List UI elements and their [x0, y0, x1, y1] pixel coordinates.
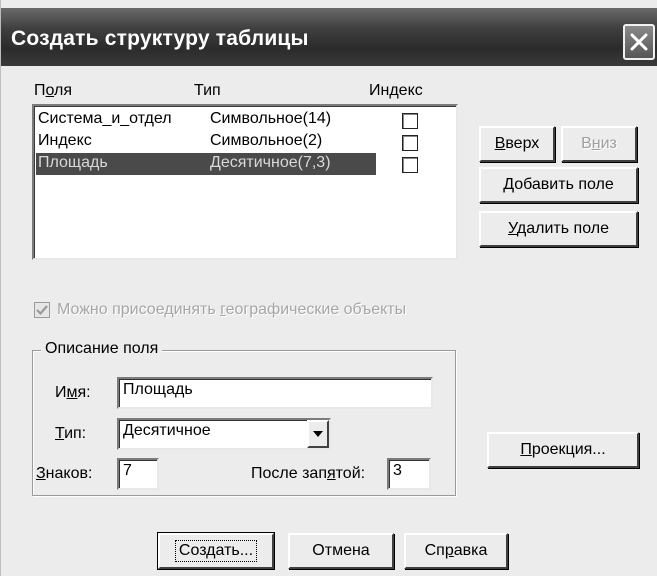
table-row[interactable]: Индекс Символьное(2) — [36, 131, 376, 153]
create-label: Создать... — [174, 540, 258, 562]
index-checkbox[interactable] — [402, 157, 418, 173]
decimals-label: После запятой: — [251, 465, 366, 482]
add-field-label: Добавить поле — [503, 176, 614, 193]
cancel-button[interactable]: Отмена — [288, 533, 394, 569]
projection-label: Проекция... — [520, 441, 606, 458]
create-button[interactable]: Создать... — [157, 532, 275, 570]
help-label: Справка — [424, 542, 488, 559]
index-checkbox[interactable] — [402, 113, 418, 129]
projection-button[interactable]: Проекция... — [487, 432, 639, 468]
field-name-cell: Индекс — [38, 132, 92, 149]
remove-field-label: Удалить поле — [508, 220, 609, 237]
close-button[interactable] — [623, 24, 655, 60]
remove-field-button[interactable]: Удалить поле — [479, 211, 638, 247]
geo-objects-checkbox[interactable] — [34, 302, 50, 318]
type-column-header: Тип — [194, 82, 221, 99]
field-type-select[interactable]: Десятичное — [117, 418, 331, 450]
move-down-label: Вниз — [581, 135, 617, 152]
help-button[interactable]: Справка — [404, 533, 508, 569]
fields-column-header: Поля — [34, 82, 73, 99]
index-column-header: Индекс — [369, 82, 423, 99]
move-up-label: Вверх — [494, 135, 540, 152]
add-field-button[interactable]: Добавить поле — [479, 167, 638, 203]
move-down-button[interactable]: Вниз — [561, 126, 637, 162]
field-name-cell: Система_и_отдел — [38, 110, 172, 127]
field-type-cell: Символьное(2) — [210, 132, 323, 149]
name-label: Имя: — [55, 384, 91, 401]
chevron-down-icon — [313, 431, 323, 437]
create-table-structure-dialog: Создать структуру таблицы Поля Тип Индек… — [0, 0, 657, 576]
type-label: Тип: — [55, 425, 87, 442]
digits-input[interactable]: 7 — [117, 458, 159, 490]
field-type-cell: Десятичное(7,3) — [210, 154, 331, 171]
geo-objects-label: Можно присоединять географические объект… — [57, 301, 407, 318]
title-bar[interactable]: Создать структуру таблицы — [1, 8, 657, 66]
close-x-icon — [630, 33, 648, 51]
table-row-selected[interactable]: Площадь Десятичное(7,3) — [36, 153, 376, 175]
digits-label: Знаков: — [36, 465, 93, 482]
field-name-cell: Площадь — [38, 154, 108, 171]
fields-listbox[interactable]: Система_и_отдел Символьное(14) Индекс Си… — [32, 104, 458, 260]
window-title: Создать структуру таблицы — [11, 27, 309, 50]
index-checkbox[interactable] — [402, 135, 418, 151]
checkmark-icon — [36, 305, 48, 316]
decimals-input[interactable]: 3 — [387, 458, 431, 490]
field-type-value: Десятичное — [123, 422, 211, 439]
table-row[interactable]: Система_и_отдел Символьное(14) — [36, 109, 376, 131]
field-description-title: Описание поля — [41, 340, 163, 358]
move-up-button[interactable]: Вверх — [479, 126, 555, 162]
dropdown-arrow-button[interactable] — [307, 420, 329, 448]
field-type-cell: Символьное(14) — [210, 110, 332, 127]
field-name-input[interactable]: Площадь — [117, 377, 433, 409]
